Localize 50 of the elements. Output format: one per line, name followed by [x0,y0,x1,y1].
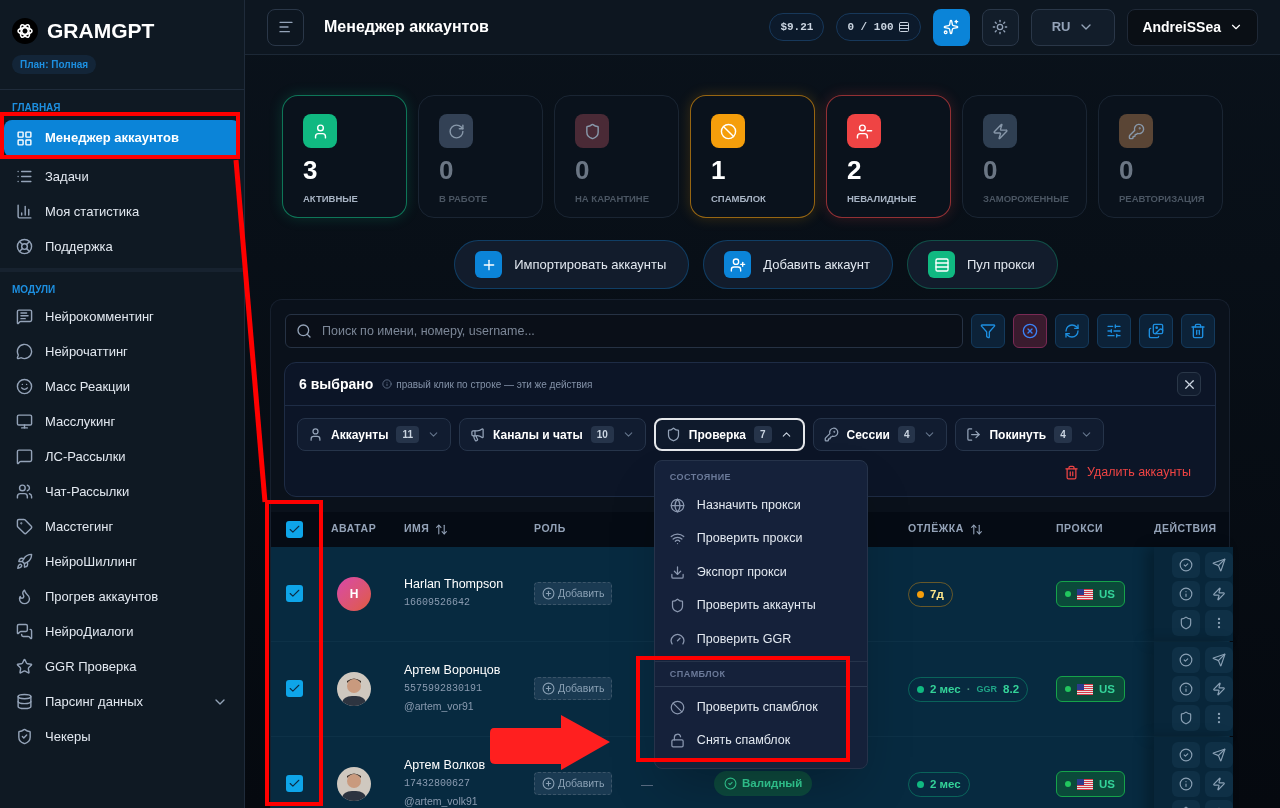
account-name: Артем Воронцов [404,664,502,678]
brand-name: GRAMGPT [47,18,155,44]
proxy-badge: US [1056,771,1125,798]
plan-badge: План: Полная [12,54,97,74]
balance-badge: $9.21 [769,12,825,42]
stat-label: АКТИВНЫЕ [303,192,358,206]
phone-number: 5575992830191 [404,682,483,696]
username: @artem_vor91 [404,700,475,714]
column-header: ДЕЙСТВИЯ [1154,521,1217,537]
count-badge: 11 [396,426,419,443]
project-cell: — [641,777,653,792]
stat-label: НА КАРАНТИНЕ [575,192,650,206]
stat-value: 3 [303,157,319,183]
menu-section-title: СОСТОЯНИЕ [668,471,733,484]
username: @artem_volk91 [404,795,479,808]
avatar: H [337,576,371,611]
stat-label: СПАМБЛОК [711,192,766,206]
count-badge: 10 [590,426,614,443]
selection-count: 6 выбрано [299,374,374,394]
account-name: Артем Волков [404,759,487,773]
phone-number: 16609526642 [404,596,471,610]
section-title: ГЛАВНАЯ [11,101,62,114]
stat-label: В РАБОТЕ [439,192,488,206]
stat-value: 1 [711,157,727,183]
column-header: ПРОКСИ [1056,521,1104,537]
quota-badge: 0 / 100 [836,12,921,42]
proxy-badge: US [1056,581,1125,608]
column-header: ИМЯ [404,521,430,537]
stat-value: 2 [847,157,863,183]
stat-label: РЕАВТОРИЗАЦИЯ [1119,192,1205,206]
menu-section-title: СПАМБЛОК [654,666,867,687]
count-badge: 4 [897,426,916,443]
stat-label: НЕВАЛИДНЫЕ [847,192,917,206]
count-badge: 7 [754,426,772,443]
stat-value: 0 [439,157,455,183]
stat-value: 0 [983,157,999,183]
stat-value: 0 [575,157,591,183]
page-title: Менеджер аккаунтов [324,17,490,37]
stat-value: 0 [1119,157,1135,183]
account-name: Harlan Thompson [404,578,505,592]
proxy-badge: US [1056,676,1125,703]
section-title: МОДУЛИ [11,283,57,296]
selection-hint: правый клик по строке — эти же действия [396,377,594,392]
count-badge: 4 [1054,426,1072,443]
column-header: РОЛЬ [534,521,566,537]
status-badge: Валидный [714,770,813,796]
column-header: АВАТАР [331,521,377,537]
stat-label: ЗАМОРОЖЕННЫЕ [983,192,1069,206]
phone-number: 17432800627 [404,777,471,791]
column-header: ОТЛЁЖКА [908,521,964,537]
